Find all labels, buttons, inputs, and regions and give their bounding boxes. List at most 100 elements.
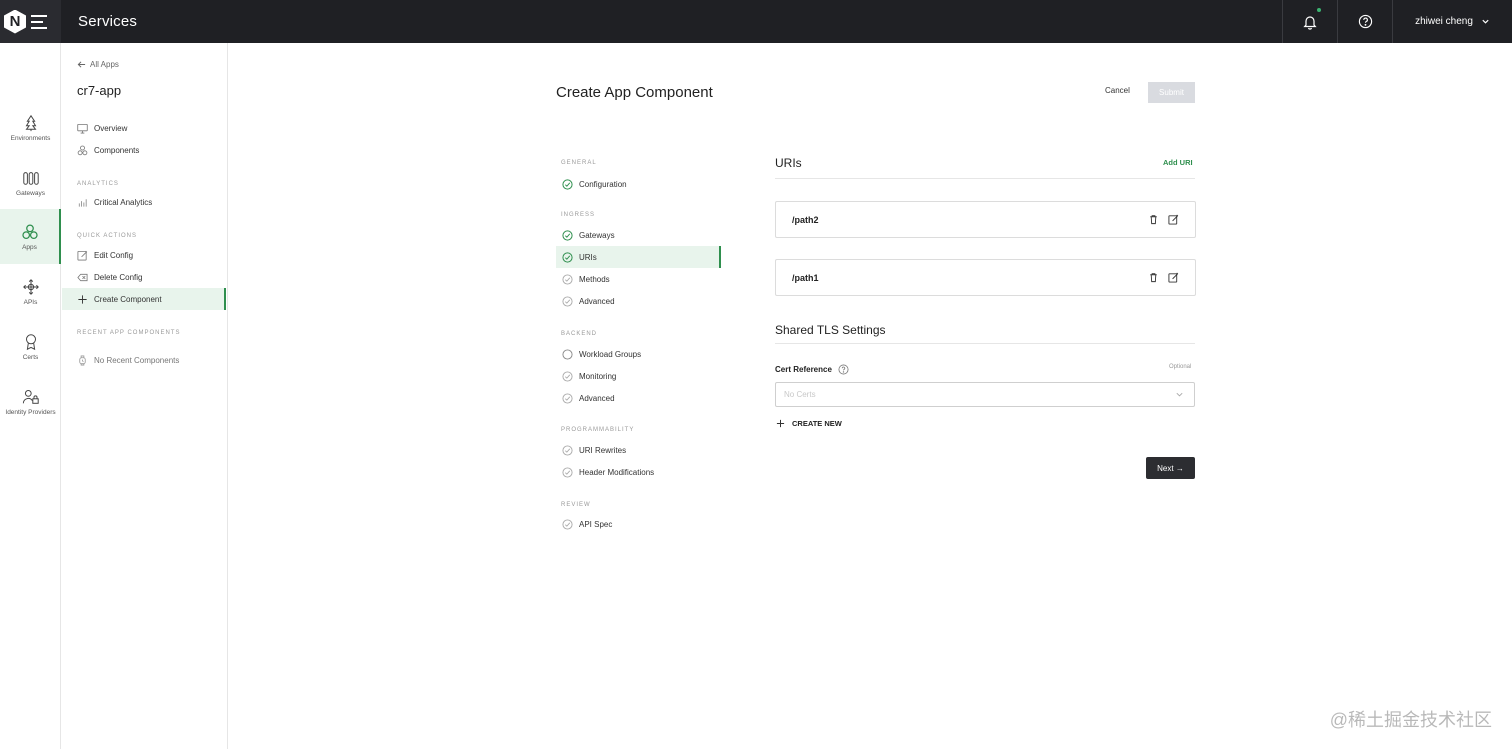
step-methods[interactable]: Methods — [556, 268, 721, 290]
help-circle-icon — [1358, 14, 1372, 29]
app-logo[interactable]: N — [0, 0, 61, 43]
sidebar-section-quick-actions: QUICK ACTIONS — [77, 233, 138, 239]
sidebar-item-overview[interactable]: Overview — [62, 117, 226, 139]
bell-icon — [1303, 15, 1317, 30]
divider — [775, 178, 1195, 179]
step-advanced-ingress[interactable]: Advanced — [556, 290, 721, 312]
step-label: API Spec — [579, 519, 613, 529]
user-name: zhiwei cheng — [1415, 16, 1473, 27]
user-menu-button[interactable]: zhiwei cheng — [1392, 0, 1512, 43]
form-title: Create App Component — [556, 84, 713, 101]
rail-item-gateways[interactable]: Gateways — [0, 155, 61, 210]
uri-path: /path1 — [792, 272, 819, 283]
uri-card: /path2 — [775, 201, 1196, 238]
chevron-down-icon — [1176, 392, 1183, 397]
sidebar-item-label: Critical Analytics — [94, 197, 153, 207]
step-label: Workload Groups — [579, 349, 642, 359]
check-circle-icon — [562, 251, 573, 263]
gateways-icon — [22, 171, 39, 185]
notifications-button[interactable] — [1282, 0, 1337, 43]
trash-icon[interactable] — [1148, 272, 1159, 283]
cert-reference-label: Cert Reference — [775, 364, 849, 375]
back-link-label: All Apps — [90, 60, 119, 69]
app-name: cr7-app — [77, 83, 122, 98]
watermark: @稀土掘金技术社区 — [1329, 710, 1492, 730]
check-circle-outline-icon — [562, 444, 573, 456]
notification-dot — [1317, 8, 1321, 12]
hamburger-menu-icon[interactable] — [31, 14, 47, 29]
uris-section-title: URIs — [775, 156, 802, 170]
sidebar-item-create-component[interactable]: Create Component — [62, 288, 226, 310]
step-section-programmability: PROGRAMMABILITY — [561, 427, 635, 433]
step-label: Gateways — [579, 230, 615, 240]
step-label: URI Rewrites — [579, 445, 627, 455]
top-bar: N Services zhiwei cheng — [0, 0, 1512, 43]
cert-reference-select[interactable]: No Certs — [775, 382, 1195, 407]
step-header-modifications[interactable]: Header Modifications — [556, 461, 721, 483]
optional-label: Optional — [1169, 364, 1192, 370]
top-right-controls: zhiwei cheng — [1282, 0, 1512, 43]
step-label: URIs — [579, 252, 597, 262]
step-gateways[interactable]: Gateways — [556, 224, 721, 246]
monitor-icon — [77, 123, 88, 133]
sidebar-item-delete-config[interactable]: Delete Config — [62, 266, 226, 288]
sidebar-item-label: Delete Config — [94, 272, 143, 282]
check-circle-outline-icon — [562, 518, 573, 530]
rail-item-identity-providers[interactable]: Identity Providers — [0, 374, 61, 429]
step-label: Monitoring — [579, 371, 617, 381]
back-to-all-apps-link[interactable]: All Apps — [77, 60, 119, 69]
trash-icon[interactable] — [1148, 214, 1159, 225]
step-uris[interactable]: URIs — [556, 246, 721, 268]
step-workload-groups[interactable]: Workload Groups — [556, 343, 721, 365]
edit-icon — [77, 250, 88, 260]
cert-reference-text: Cert Reference — [775, 365, 832, 374]
plus-icon — [78, 294, 87, 304]
cancel-button[interactable]: Cancel — [1105, 86, 1130, 95]
uri-actions — [1148, 272, 1179, 283]
recent-empty-label: No Recent Components — [94, 355, 180, 365]
step-monitoring[interactable]: Monitoring — [556, 365, 721, 387]
page-title: Services — [78, 13, 138, 30]
help-button[interactable] — [1337, 0, 1392, 43]
uri-actions — [1148, 214, 1179, 225]
step-label: Methods — [579, 274, 610, 284]
apps-icon — [21, 224, 38, 239]
rail-item-certs[interactable]: Certs — [0, 319, 61, 374]
sidebar-item-label: Create Component — [94, 294, 162, 304]
components-icon — [77, 145, 88, 155]
step-uri-rewrites[interactable]: URI Rewrites — [556, 439, 721, 461]
rail-item-environments[interactable]: Environments — [0, 100, 61, 155]
sidebar-item-critical-analytics[interactable]: Critical Analytics — [62, 191, 226, 213]
submit-button[interactable]: Submit — [1148, 82, 1195, 103]
sidebar-item-label: Components — [94, 145, 140, 155]
rail-label: Gateways — [16, 189, 45, 197]
check-circle-outline-icon — [562, 392, 573, 404]
step-api-spec[interactable]: API Spec — [556, 513, 721, 535]
step-advanced-backend[interactable]: Advanced — [556, 387, 721, 409]
icon-rail: Environments Gateways Apps APIs Certs Id… — [0, 43, 61, 749]
edit-icon[interactable] — [1168, 272, 1179, 283]
add-uri-button[interactable]: Add URI — [1163, 158, 1193, 167]
empty-circle-icon — [562, 348, 573, 360]
create-new-cert-button[interactable]: CREATE NEW — [776, 419, 842, 428]
sidebar-section-recent: RECENT APP COMPONENTS — [77, 330, 181, 336]
step-label: Advanced — [579, 296, 615, 306]
chevron-down-icon — [1482, 19, 1489, 24]
check-circle-outline-icon — [562, 466, 573, 478]
rail-label: Apps — [22, 243, 37, 251]
rail-item-apps[interactable]: Apps — [0, 209, 61, 264]
rail-label: APIs — [23, 298, 38, 306]
recent-components-empty: No Recent Components — [62, 349, 226, 371]
help-circle-icon[interactable] — [838, 364, 849, 375]
next-button[interactable]: Next → — [1146, 457, 1195, 479]
arrow-left-icon — [77, 61, 86, 68]
rail-item-apis[interactable]: APIs — [0, 264, 61, 319]
divider — [775, 343, 1195, 344]
watch-icon — [79, 355, 86, 365]
check-circle-outline-icon — [562, 295, 573, 307]
sidebar-item-edit-config[interactable]: Edit Config — [62, 244, 226, 266]
edit-icon[interactable] — [1168, 214, 1179, 225]
step-configuration[interactable]: Configuration — [556, 173, 721, 195]
sidebar-item-components[interactable]: Components — [62, 139, 226, 161]
certs-icon — [25, 333, 36, 350]
